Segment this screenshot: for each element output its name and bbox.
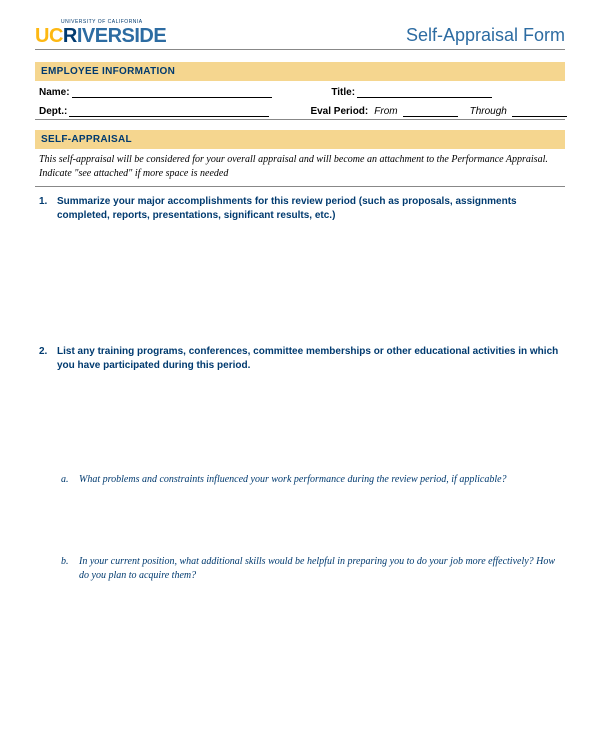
employee-fields: Name: Title: Dept.: Eval Period: From Th… [35,81,565,120]
qb-number: b. [61,555,79,583]
name-label: Name: [39,87,70,98]
section-employee-info: EMPLOYEE INFORMATION [35,62,565,81]
q2-number: 2. [39,345,57,372]
q1-text: Summarize your major accomplishments for… [57,195,561,222]
title-label: Title: [331,87,355,98]
q1-response-area[interactable] [35,222,565,337]
instruction-text: This self-appraisal will be considered f… [35,149,565,187]
logo-rest: IVERSIDE [77,25,166,47]
q2-text: List any training programs, conferences,… [57,345,561,372]
from-label: From [374,106,397,117]
qa-text: What problems and constraints influenced… [79,473,561,487]
field-eval-period: Eval Period: From Through [310,106,572,117]
section-self-appraisal: SELF-APPRAISAL [35,130,565,149]
q2-response-area[interactable] [35,372,565,467]
dept-input[interactable] [69,106,269,117]
qa-response-area[interactable] [35,487,565,549]
dept-label: Dept.: [39,106,67,117]
field-name: Name: [39,87,331,98]
logo-uc: UC [35,25,63,47]
title-input[interactable] [357,87,492,98]
qb-text: In your current position, what additiona… [79,555,561,583]
question-1: 1. Summarize your major accomplishments … [35,187,565,222]
field-title: Title: [331,87,561,98]
question-2a: a. What problems and constraints influen… [35,467,565,487]
through-label: Through [470,106,507,117]
qa-number: a. [61,473,79,487]
from-input[interactable] [403,106,458,117]
name-input[interactable] [72,87,272,98]
logo: UNIVERSITY OF CALIFORNIA UCRIVERSIDE [35,20,166,46]
logo-r: R [63,25,77,47]
q1-number: 1. [39,195,57,222]
question-2b: b. In your current position, what additi… [35,549,565,583]
field-dept: Dept.: [39,106,310,117]
eval-label: Eval Period: [310,106,368,117]
through-input[interactable] [512,106,567,117]
form-title: Self-Appraisal Form [406,25,565,46]
question-2: 2. List any training programs, conferenc… [35,337,565,372]
logo-main: UCRIVERSIDE [35,26,166,46]
header: UNIVERSITY OF CALIFORNIA UCRIVERSIDE Sel… [35,20,565,50]
